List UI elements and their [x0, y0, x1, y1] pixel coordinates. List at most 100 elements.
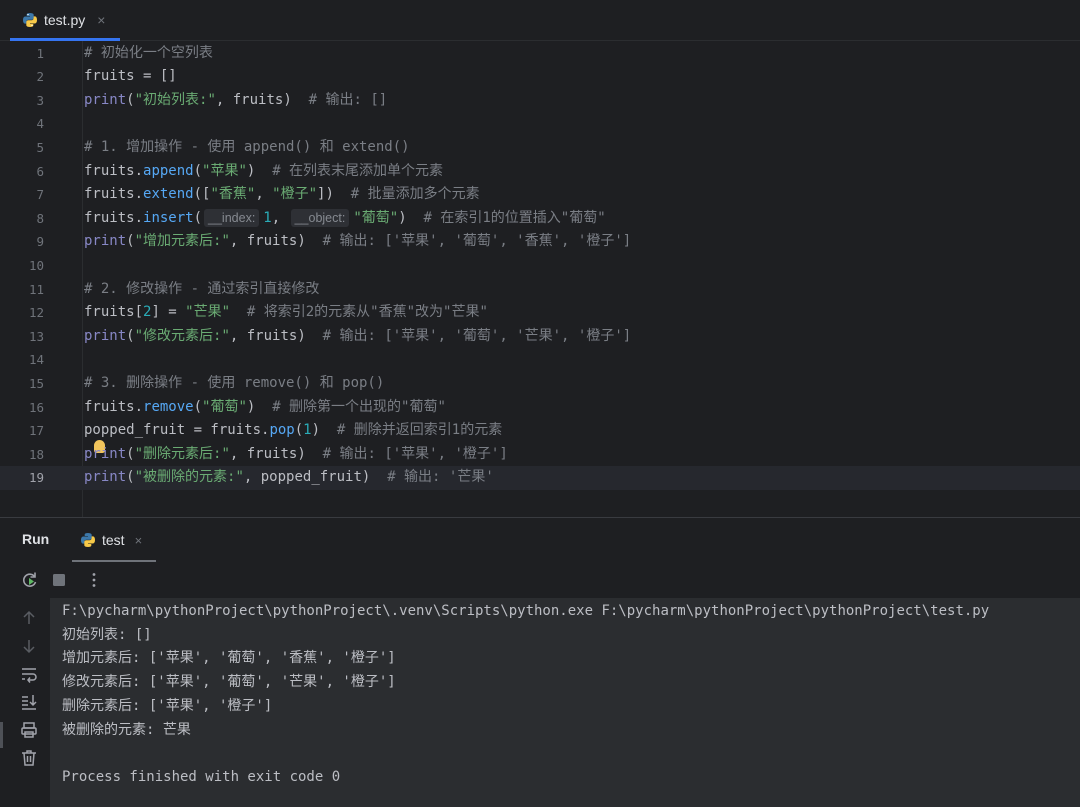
line-number: 11 — [28, 281, 44, 297]
code-token: ( — [126, 445, 135, 462]
code-token: # 2. 修改操作 - 通过索引直接修改 — [84, 280, 320, 297]
code-line[interactable]: 10 — [0, 254, 1080, 278]
code-line[interactable]: 8 fruits.insert(__index: 1, __object: "葡萄")… — [0, 207, 1080, 231]
code-line[interactable]: 2 fruits = [] — [0, 65, 1080, 89]
code-token: , — [271, 209, 289, 226]
code-token: fruits. — [84, 398, 144, 415]
run-toolbar — [0, 562, 1080, 598]
console-line: 初始列表: [] — [62, 626, 152, 643]
line-number: 14 — [28, 352, 44, 368]
tab-close-icon[interactable]: × — [97, 12, 105, 28]
console-line: 增加元素后: ['苹果', '葡萄', '香蕉', '橙子'] — [62, 650, 396, 667]
rerun-icon[interactable] — [20, 570, 40, 590]
stop-icon[interactable] — [49, 570, 69, 590]
code-token: append — [143, 162, 194, 179]
code-line[interactable]: 3 print("初始列表:", fruits) # 输出: [] — [0, 89, 1080, 113]
run-tab-close-icon[interactable]: × — [135, 533, 143, 548]
code-line[interactable]: 11 # 2. 修改操作 - 通过索引直接修改 — [0, 278, 1080, 302]
console-line: F:\pycharm\pythonProject\pythonProject\.… — [62, 603, 990, 619]
console-side-toolbar — [0, 598, 50, 807]
console-line: Process finished with exit code 0 — [62, 768, 341, 785]
tab-test-py[interactable]: test.py × — [10, 0, 120, 41]
code-text: fruits.extend(["香蕉", "橙子"]) # 批量添加多个元素 — [84, 183, 480, 207]
code-line[interactable]: 4 — [0, 112, 1080, 136]
code-editor[interactable]: 1 # 初始化一个空列表 2 fruits = [] 3 print("初始列表:", f… — [0, 41, 1080, 517]
code-token: # 在列表末尾添加单个元素 — [272, 162, 444, 179]
code-line[interactable]: 18 print("删除元素后:", fruits) # 输出: ['苹果', '… — [0, 443, 1080, 467]
print-icon[interactable] — [19, 720, 39, 740]
line-number: 10 — [28, 257, 44, 273]
line-number: 12 — [28, 305, 44, 321]
code-token: # 输出: ['苹果', '葡萄', '芒果', '橙子'] — [322, 327, 632, 344]
code-token: print — [84, 445, 127, 462]
code-token: fruits. — [84, 162, 144, 179]
code-token: "删除元素后:" — [134, 445, 230, 462]
more-options-icon[interactable] — [84, 570, 104, 590]
code-line[interactable]: 9 print("增加元素后:", fruits) # 输出: ['苹果', '葡… — [0, 230, 1080, 254]
code-line[interactable]: 15 # 3. 删除操作 - 使用 remove() 和 pop() — [0, 372, 1080, 396]
code-token: "葡萄" — [353, 209, 399, 226]
code-token: # 输出: '芒果' — [387, 469, 494, 486]
code-token: fruits[ — [84, 304, 144, 321]
code-line[interactable]: 17 popped_fruit = fruits.pop(1) # 删除并返回索引… — [0, 419, 1080, 443]
code-token: ) — [246, 162, 273, 179]
code-token: "初始列表:" — [134, 91, 216, 108]
trash-icon[interactable] — [19, 748, 39, 768]
code-line[interactable]: 7 fruits.extend(["香蕉", "橙子"]) # 批量添加多个元素 — [0, 183, 1080, 207]
code-token: ) — [311, 422, 337, 439]
code-line[interactable]: 14 — [0, 348, 1080, 372]
code-token: , fruits) — [215, 91, 309, 108]
console-line: 被删除的元素: 芒果 — [62, 721, 191, 738]
code-text: fruits.append("苹果") # 在列表末尾添加单个元素 — [84, 160, 443, 184]
run-tab-test[interactable]: test × — [72, 518, 156, 562]
code-line[interactable]: 6 fruits.append("苹果") # 在列表末尾添加单个元素 — [0, 160, 1080, 184]
code-token: print — [84, 327, 127, 344]
code-token: ( — [193, 398, 203, 415]
code-token: "芒果" — [185, 304, 231, 321]
code-token: fruits. — [84, 209, 144, 226]
code-line[interactable]: 13 print("修改元素后:", fruits) # 输出: ['苹果', '… — [0, 325, 1080, 349]
code-line[interactable]: 16 fruits.remove("葡萄") # 删除第一个出现的"葡萄" — [0, 396, 1080, 420]
code-line[interactable]: 19 print("被删除的元素:", popped_fruit) # 输出: '… — [0, 466, 1080, 490]
scroll-to-end-icon[interactable] — [19, 692, 39, 712]
code-token: extend — [143, 186, 194, 203]
code-token: , fruits) — [229, 233, 323, 250]
code-text: fruits = [] — [84, 65, 177, 89]
code-token: "香蕉" — [210, 186, 256, 203]
code-token: remove — [143, 398, 194, 415]
code-token: popped_fruit = fruits. — [84, 422, 270, 439]
console-line: 删除元素后: ['苹果', '橙子'] — [62, 697, 273, 714]
code-token: , fruits) — [229, 327, 323, 344]
code-token: ( — [126, 469, 135, 486]
code-token: "葡萄" — [202, 398, 247, 415]
code-line[interactable]: 12 fruits[2] = "芒果" # 将索引2的元素从"香蕉"改为"芒果" — [0, 301, 1080, 325]
code-token: # 输出: ['苹果', '橙子'] — [322, 445, 508, 462]
scroll-down-icon[interactable] — [19, 636, 39, 656]
code-token: 1 — [263, 209, 272, 226]
line-number: 8 — [36, 210, 44, 226]
code-token: # 将索引2的元素从"香蕉"改为"芒果" — [246, 304, 488, 321]
run-console-output[interactable]: F:\pycharm\pythonProject\pythonProject\.… — [50, 598, 1080, 807]
scroll-up-icon[interactable] — [19, 608, 39, 628]
soft-wrap-icon[interactable] — [19, 664, 39, 684]
code-token: ([ — [193, 186, 211, 203]
code-line[interactable]: 5 # 1. 增加操作 - 使用 append() 和 extend() — [0, 136, 1080, 160]
code-text: fruits[2] = "芒果" # 将索引2的元素从"香蕉"改为"芒果" — [84, 301, 488, 325]
console-line: 修改元素后: ['苹果', '葡萄', '芒果', '橙子'] — [62, 674, 396, 691]
parameter-hint: __object: — [290, 208, 350, 227]
code-token: insert — [143, 209, 194, 226]
line-number: 15 — [28, 375, 44, 391]
line-number: 1 — [36, 45, 44, 61]
line-number: 19 — [28, 470, 44, 486]
code-token: # 输出: [] — [308, 91, 388, 108]
code-token: "增加元素后:" — [134, 233, 230, 250]
code-line[interactable]: 1 # 初始化一个空列表 — [0, 42, 1080, 66]
line-number: 2 — [36, 69, 44, 85]
code-token: # 删除并返回索引1的元素 — [336, 422, 503, 439]
code-text: # 1. 增加操作 - 使用 append() 和 extend() — [84, 136, 410, 160]
code-token: "苹果" — [202, 162, 247, 179]
code-token: ( — [193, 162, 203, 179]
code-token: pop — [269, 422, 295, 439]
code-token: # 批量添加多个元素 — [350, 186, 480, 203]
code-token: ) — [246, 398, 273, 415]
